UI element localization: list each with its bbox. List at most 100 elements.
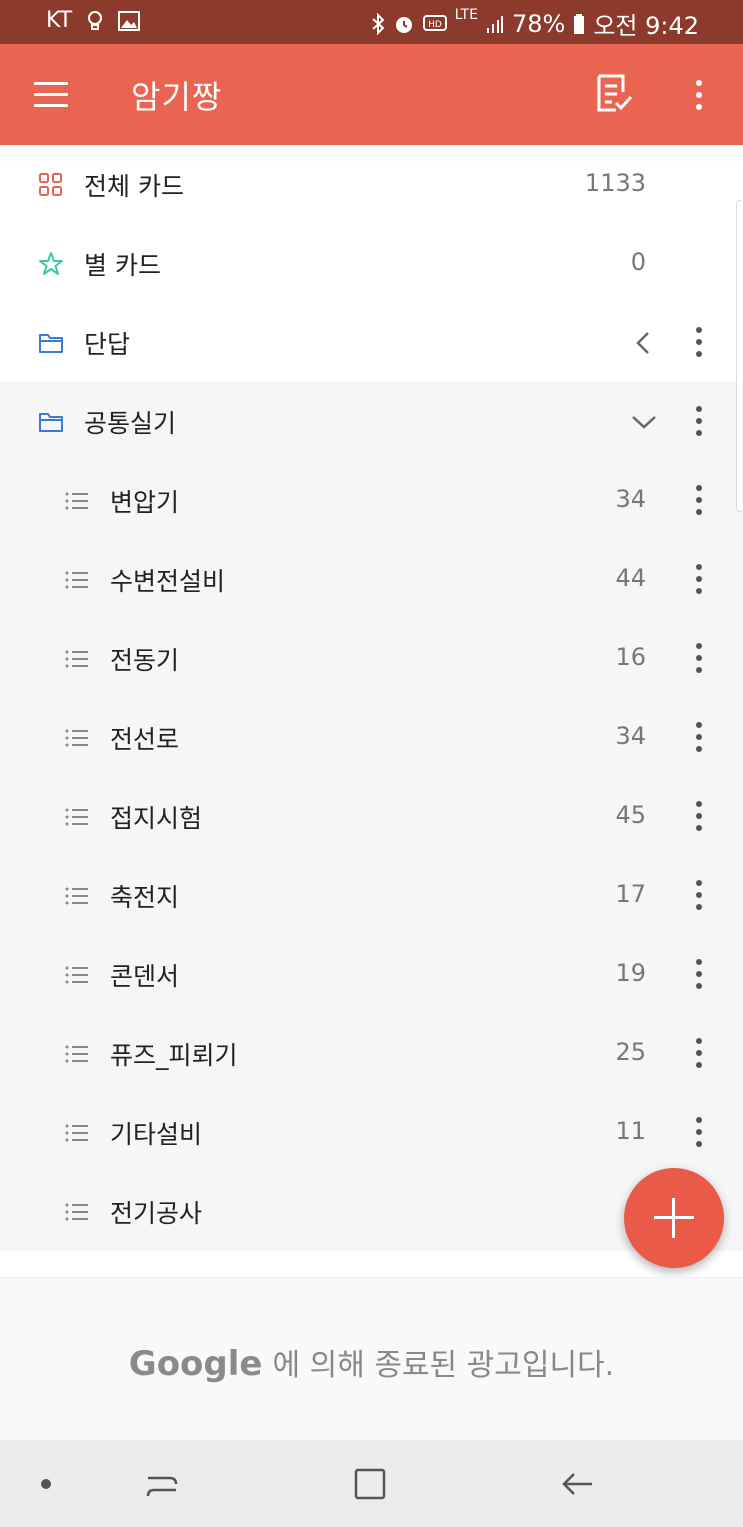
deck-label: 퓨즈_피뢰기 <box>110 1041 238 1070</box>
add-button[interactable] <box>624 1168 724 1268</box>
deck-label: 전동기 <box>110 646 180 675</box>
more-vert-icon <box>696 959 702 965</box>
deck-label: 전선로 <box>110 725 180 754</box>
bluetooth-icon <box>372 12 385 35</box>
folder-more-button[interactable] <box>684 404 714 438</box>
more-vert-icon <box>696 80 702 86</box>
deck-count: 11 <box>615 1117 646 1145</box>
deck-row[interactable]: 접지시험 45 <box>0 777 743 856</box>
list-icon <box>65 1203 88 1221</box>
alarm-icon <box>395 16 412 33</box>
carrier-name: KT <box>46 8 73 33</box>
folder-row-expanded[interactable]: 공통실기 <box>0 382 743 461</box>
folder-row-collapsed[interactable]: 단답 <box>0 303 743 382</box>
deck-rows: 변압기 34 수변전설비 44 전동기 16 전선로 34 접지시험 45 축전지 17 콘덴서 19 퓨즈… <box>0 461 743 1251</box>
list-icon <box>65 966 88 984</box>
battery-percent: 78% <box>511 9 566 38</box>
more-vert-icon <box>696 327 702 333</box>
ad-banner: Google 에 의해 종료된 광고입니다. <box>0 1277 743 1441</box>
star-icon <box>39 252 63 275</box>
chevron-left-icon[interactable] <box>629 328 659 358</box>
list-icon <box>65 492 88 510</box>
more-vert-icon <box>696 643 702 649</box>
list-icon <box>65 571 88 589</box>
deck-label: 수변전설비 <box>110 567 226 596</box>
system-nav-bar <box>0 1440 743 1527</box>
more-vert-icon <box>696 406 702 412</box>
status-right: HD LTE 78% 오전 9:42 <box>371 6 699 41</box>
folder-label: 공통실기 <box>84 409 177 438</box>
recent-apps-icon[interactable] <box>142 1464 182 1504</box>
list-icon <box>65 650 88 668</box>
star-cards-label: 별 카드 <box>84 251 161 280</box>
deck-more-button[interactable] <box>684 483 714 517</box>
list-icon <box>65 808 88 826</box>
chevron-down-icon[interactable] <box>629 407 659 437</box>
more-vert-icon <box>696 1038 702 1044</box>
deck-label: 전기공사 <box>110 1199 203 1228</box>
home-icon[interactable] <box>350 1464 390 1504</box>
grid-icon <box>39 173 62 196</box>
deck-more-button[interactable] <box>684 957 714 991</box>
deck-more-button[interactable] <box>684 720 714 754</box>
deck-label: 축전지 <box>110 883 180 912</box>
more-vert-icon <box>696 485 702 491</box>
bulb-icon <box>88 10 103 30</box>
gallery-icon <box>118 10 141 31</box>
status-bar: KT HD LTE 78% 오전 9:42 <box>0 0 743 44</box>
deck-row[interactable]: 전선로 34 <box>0 698 743 777</box>
list-icon <box>65 1045 88 1063</box>
svg-text:HD: HD <box>428 20 442 30</box>
deck-more-button[interactable] <box>684 1036 714 1070</box>
deck-list: 전체 카드 1133 별 카드 0 단답 공통실기 변압기 34 수변전설비 4… <box>0 145 743 1251</box>
folder-more-button[interactable] <box>684 325 714 359</box>
deck-more-button[interactable] <box>684 878 714 912</box>
star-cards-row[interactable]: 별 카드 0 <box>0 224 743 303</box>
deck-more-button[interactable] <box>684 641 714 675</box>
checklist-button[interactable] <box>594 72 634 116</box>
more-vert-icon <box>696 1117 702 1123</box>
ad-brand: Google <box>128 1344 263 1384</box>
deck-count: 16 <box>615 643 646 671</box>
all-cards-row[interactable]: 전체 카드 1133 <box>0 145 743 224</box>
deck-more-button[interactable] <box>684 1115 714 1149</box>
ad-message: 에 의해 종료된 광고입니다. <box>272 1348 615 1383</box>
deck-label: 기타설비 <box>110 1120 203 1149</box>
deck-label: 콘덴서 <box>110 962 180 991</box>
app-title: 암기짱 <box>131 78 223 116</box>
menu-button[interactable] <box>34 82 68 108</box>
deck-more-button[interactable] <box>684 799 714 833</box>
folder-icon <box>39 334 63 353</box>
deck-row[interactable]: 전동기 16 <box>0 619 743 698</box>
status-left: KT <box>46 8 141 33</box>
deck-row[interactable]: 퓨즈_피뢰기 25 <box>0 1014 743 1093</box>
back-icon[interactable] <box>558 1464 598 1504</box>
deck-count: 34 <box>615 722 646 750</box>
network-type: LTE <box>454 7 478 23</box>
hamburger-icon <box>34 82 68 85</box>
deck-count: 25 <box>615 1038 646 1066</box>
deck-count: 45 <box>615 801 646 829</box>
dot-icon[interactable] <box>26 1464 66 1504</box>
overflow-menu-button[interactable] <box>684 78 714 112</box>
deck-count: 44 <box>615 564 646 592</box>
deck-row[interactable]: 수변전설비 44 <box>0 540 743 619</box>
folder-label: 단답 <box>84 330 131 359</box>
deck-count: 17 <box>615 880 646 908</box>
deck-row[interactable]: 콘덴서 19 <box>0 935 743 1014</box>
list-icon <box>65 887 88 905</box>
deck-row[interactable]: 기타설비 11 <box>0 1093 743 1172</box>
star-cards-count: 0 <box>630 248 646 276</box>
deck-more-button[interactable] <box>684 562 714 596</box>
hd-icon: HD <box>422 14 447 31</box>
deck-row[interactable]: 변압기 34 <box>0 461 743 540</box>
scrollbar[interactable] <box>736 200 742 512</box>
list-icon <box>65 1124 88 1142</box>
checklist-icon <box>597 74 633 112</box>
more-vert-icon <box>696 564 702 570</box>
deck-row[interactable]: 축전지 17 <box>0 856 743 935</box>
battery-icon <box>574 13 585 34</box>
folder-icon <box>39 413 63 432</box>
deck-count: 19 <box>615 959 646 987</box>
all-cards-label: 전체 카드 <box>84 172 184 201</box>
